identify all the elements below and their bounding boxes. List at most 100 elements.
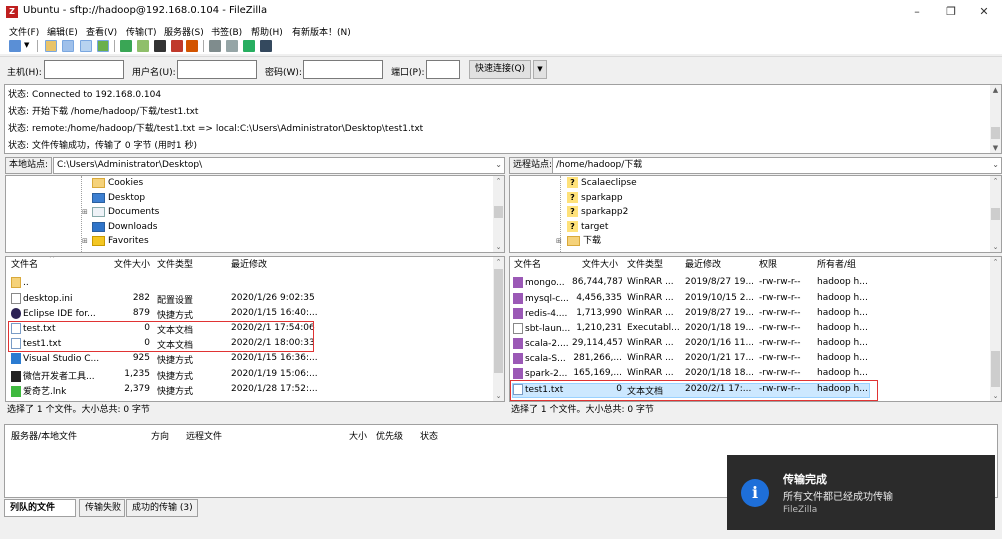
tree-item-favorites[interactable]: Favorites [92,234,149,248]
unknown-folder-icon: ? [567,206,578,217]
menu-view[interactable]: 查看(V) [86,25,117,38]
tree-item-desktop[interactable]: Desktop [92,191,145,205]
iqiyi-icon [11,386,21,397]
queue-col-remote[interactable]: 远程文件 [186,429,222,442]
refresh-icon[interactable] [120,40,132,52]
menu-new-version[interactable]: 有新版本！(N) [292,25,351,38]
remote-col-size[interactable]: 文件大小 [582,257,618,274]
process-queue-icon[interactable] [137,40,149,52]
quickconnect-dropdown-icon[interactable]: ▼ [533,60,547,79]
local-path-dropdown-icon[interactable]: ⌄ [495,160,502,169]
queue-col-priority[interactable]: 优先级 [376,429,403,442]
archive-icon [513,338,523,349]
password-input[interactable] [303,60,383,79]
tree-item-documents[interactable]: Documents [92,205,159,219]
remote-col-name[interactable]: 文件名 [514,257,541,274]
menu-help[interactable]: 帮助(H) [251,25,283,38]
remote-col-owner[interactable]: 所有者/组 [817,257,856,274]
remote-path-input[interactable]: /home/hadoop/下载 [552,157,1002,174]
remote-col-permissions[interactable]: 权限 [759,257,777,274]
sync-browsing-icon[interactable] [243,40,255,52]
notification-message: 所有文件都已经成功传输 [783,492,893,503]
menu-bookmarks[interactable]: 书签(B) [211,25,242,38]
search-remote-icon[interactable] [260,40,272,52]
vscode-icon [11,353,21,364]
transfer-complete-notification[interactable]: i 传输完成 所有文件都已经成功传输 FileZilla [727,455,995,530]
unknown-folder-icon: ? [567,192,578,203]
password-label: 密码(W): [265,68,302,78]
toggle-local-tree-icon[interactable] [62,40,74,52]
queue-col-direction[interactable]: 方向 [151,429,169,442]
remote-tree: ? Scalaeclipse ? sparkapp ? sparkapp2 ? targ… [509,175,1002,253]
queue-col-status[interactable]: 状态 [420,429,438,442]
menu-bar: 文件(F) 编辑(E) 查看(V) 传输(T) 服务器(S) 书签(B) 帮助(… [0,24,1002,38]
close-button[interactable]: ✕ [969,2,999,22]
menu-file[interactable]: 文件(F) [9,25,39,38]
remote-col-modified[interactable]: 最近修改 [685,257,721,274]
maximize-button[interactable]: ❐ [936,2,966,22]
port-input[interactable] [426,60,460,79]
unknown-folder-icon: ? [567,177,578,188]
log-scrollbar[interactable]: ▲ ▼ [990,85,1001,153]
local-col-type[interactable]: 文件类型 [157,257,193,274]
remote-col-type[interactable]: 文件类型 [627,257,663,274]
local-path-input[interactable]: C:\Users\Administrator\Desktop\ [53,157,505,174]
wechat-devtools-icon [11,371,21,382]
settings-file-icon [11,293,21,304]
tree-item-downloads[interactable]: Downloads [92,220,157,234]
cancel-operation-icon[interactable] [154,40,166,52]
remote-site-bar: 远程站点: /home/hadoop/下载 ⌄ [509,157,1002,174]
toggle-queue-icon[interactable] [97,40,109,52]
info-icon: i [741,479,769,507]
archive-icon [513,293,523,304]
remote-path-dropdown-icon[interactable]: ⌄ [992,160,999,169]
site-manager-icon[interactable] [9,40,21,52]
quickconnect-bar: 主机(H): 用户名(U): 密码(W): 端口(P): 快速连接(Q) ▼ [0,56,1002,82]
site-manager-dropdown-icon[interactable]: ▼ [24,41,29,49]
menu-server[interactable]: 服务器(S) [164,25,204,38]
tree-item-cookies[interactable]: Cookies [92,176,143,190]
tree-item-scalaeclipse[interactable]: ? Scalaeclipse [567,176,637,190]
tree-item-downloads-remote[interactable]: 下载 [567,234,601,248]
folder-icon [92,177,105,188]
remote-file-list: 文件名 文件大小 文件类型 最近修改 权限 所有者/组 mongo... 86,… [509,256,1002,402]
local-col-name[interactable]: 文件名 [11,257,38,274]
local-file-list: 文件名 ^ 文件大小 文件类型 最近修改 .. desktop.ini 282 … [5,256,505,402]
tree-item-sparkapp[interactable]: ? sparkapp [567,191,623,205]
tab-successful-transfers[interactable]: 成功的传输 (3) [126,499,198,517]
directory-filter-icon[interactable] [209,40,221,52]
archive-icon [513,277,523,288]
port-label: 端口(P): [391,68,425,78]
highlight-box [8,321,314,352]
reconnect-icon[interactable] [186,40,198,52]
tab-queued-files[interactable]: 列队的文件 [4,499,76,517]
local-tree-scrollbar[interactable]: ⌃ ⌄ [493,176,504,252]
menu-edit[interactable]: 编辑(E) [47,25,78,38]
queue-col-server-local[interactable]: 服务器/本地文件 [11,429,77,442]
log-line: 状态: Connected to 192.168.0.104 [8,90,162,100]
tab-failed-transfers[interactable]: 传输失败 [79,499,125,517]
menu-transfer[interactable]: 传输(T) [126,25,157,38]
local-col-modified[interactable]: 最近修改 [231,257,267,274]
tree-item-target[interactable]: ? target [567,220,608,234]
toggle-remote-tree-icon[interactable] [80,40,92,52]
toggle-message-log-icon[interactable] [45,40,57,52]
local-col-size[interactable]: 文件大小 [114,257,150,274]
username-input[interactable] [177,60,257,79]
quickconnect-button[interactable]: 快速连接(Q) [469,60,531,79]
documents-folder-icon [92,206,105,217]
minimize-button[interactable]: – [902,2,932,22]
remote-selection-status: 选择了 1 个文件。大小总共: 0 字节 [511,405,654,415]
eclipse-icon [11,308,21,319]
remote-tree-scrollbar[interactable]: ⌃ ⌄ [990,176,1001,252]
remote-list-scrollbar[interactable]: ⌃ ⌄ [990,257,1001,401]
executable-icon [513,323,523,334]
queue-col-size[interactable]: 大小 [349,429,367,442]
log-line: 状态: remote:/home/hadoop/下载/test1.txt => l… [8,124,424,134]
local-list-scrollbar[interactable]: ⌃ ⌄ [493,257,504,401]
compare-directories-icon[interactable] [226,40,238,52]
sort-ascending-icon: ^ [49,256,55,263]
host-input[interactable] [44,60,124,79]
tree-item-sparkapp2[interactable]: ? sparkapp2 [567,205,628,219]
disconnect-icon[interactable] [171,40,183,52]
